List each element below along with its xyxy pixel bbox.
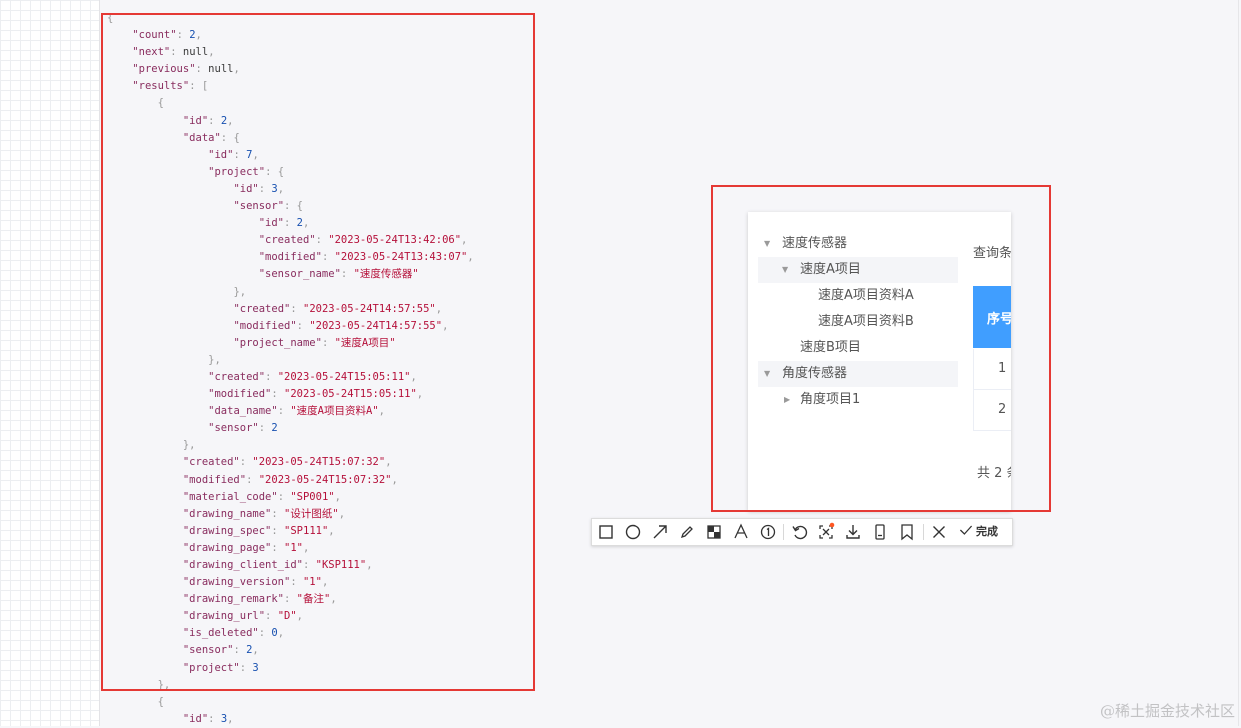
json-token: "id" — [182, 712, 209, 725]
ellipse-icon[interactable] — [623, 522, 643, 542]
bookmark-icon[interactable] — [897, 522, 917, 542]
json-line: "id": 3, — [107, 711, 474, 728]
toolbar-separator — [923, 524, 924, 540]
rectangle-icon[interactable] — [596, 522, 616, 542]
highlight-box — [101, 13, 535, 691]
divider — [1238, 0, 1239, 726]
toolbar-separator — [783, 524, 784, 540]
close-icon[interactable] — [929, 522, 949, 542]
undo-icon[interactable] — [789, 522, 809, 542]
done-label: 完成 — [976, 525, 998, 538]
highlight-box — [711, 185, 1051, 512]
watermark: @稀土掘金技术社区 — [1099, 702, 1235, 720]
divider — [99, 0, 100, 726]
json-token: { — [157, 695, 164, 708]
pin-icon[interactable] — [870, 522, 890, 542]
json-token: , — [227, 712, 234, 725]
json-token: : — [208, 712, 221, 725]
screenshot-toolbar: 完成 — [591, 518, 1013, 546]
json-line: { — [107, 694, 474, 711]
mosaic-icon[interactable] — [704, 522, 724, 542]
checker-background — [0, 0, 100, 726]
text-icon[interactable] — [731, 522, 751, 542]
done-button[interactable]: 完成 — [958, 522, 998, 542]
number-icon[interactable] — [758, 522, 778, 542]
ocr-icon[interactable] — [816, 522, 836, 542]
arrow-icon[interactable] — [650, 522, 670, 542]
download-icon[interactable] — [843, 522, 863, 542]
pencil-icon[interactable] — [677, 522, 697, 542]
check-icon — [959, 525, 973, 535]
